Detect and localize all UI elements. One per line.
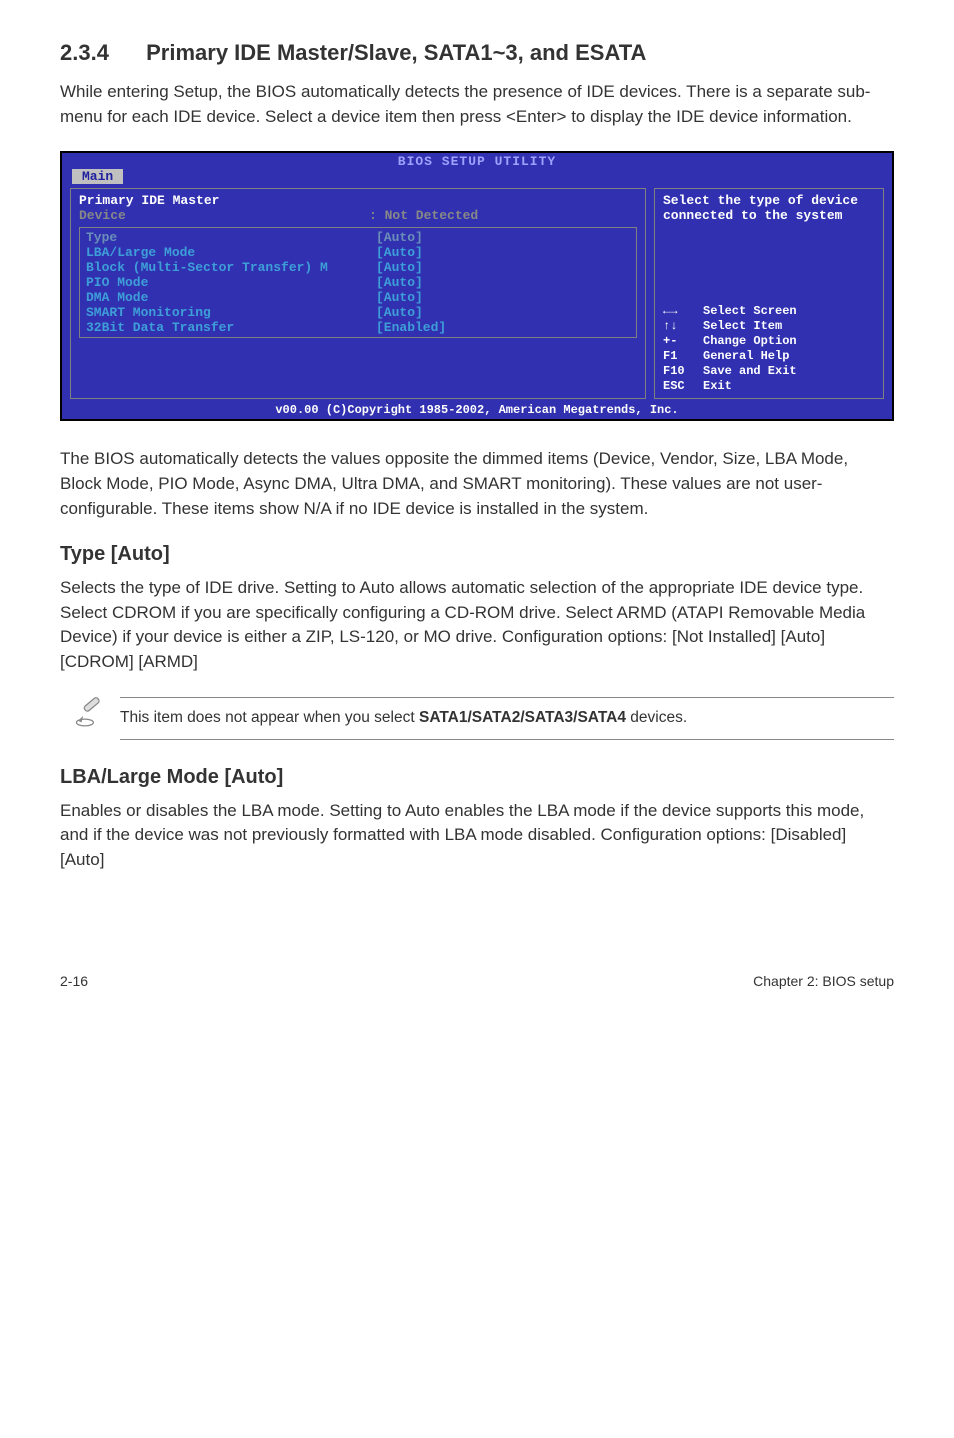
bios-row-value: [Auto] [376, 245, 423, 260]
bios-key: F10 [663, 364, 703, 379]
bios-left-panel: Primary IDE Master Device : Not Detected… [70, 188, 646, 399]
bios-row-32bit: 32Bit Data Transfer [Enabled] [86, 320, 630, 335]
bios-device-value: : Not Detected [369, 208, 478, 223]
bios-row-label: SMART Monitoring [86, 305, 376, 320]
section-title-text: Primary IDE Master/Slave, SATA1~3, and E… [146, 40, 646, 65]
bios-row-label: PIO Mode [86, 275, 376, 290]
bios-screenshot: BIOS SETUP UTILITY Main Primary IDE Mast… [60, 151, 894, 421]
bios-row-label: DMA Mode [86, 290, 376, 305]
note-row: This item does not appear when you selec… [60, 697, 894, 740]
type-auto-title: Type [Auto] [60, 543, 894, 566]
bios-key: F1 [663, 349, 703, 364]
bios-key-desc: Select Item [703, 319, 782, 334]
bios-row-dma: DMA Mode [Auto] [86, 290, 630, 305]
bios-device-row: Device : Not Detected [79, 208, 637, 223]
bios-row-label: Block (Multi-Sector Transfer) M [86, 260, 376, 275]
bios-row-label: LBA/Large Mode [86, 245, 376, 260]
section-heading: 2.3.4 Primary IDE Master/Slave, SATA1~3,… [60, 40, 894, 66]
bios-row-block: Block (Multi-Sector Transfer) M [Auto] [86, 260, 630, 275]
bios-key-desc: Exit [703, 379, 732, 394]
type-auto-body: Selects the type of IDE drive. Setting t… [60, 576, 894, 675]
lba-body: Enables or disables the LBA mode. Settin… [60, 799, 894, 873]
footer-page-number: 2-16 [60, 973, 88, 989]
bios-key-desc: Select Screen [703, 304, 797, 319]
bios-key: ←→ [663, 304, 703, 319]
bios-key-desc: Save and Exit [703, 364, 797, 379]
bios-main-tab: Main [72, 169, 123, 184]
bios-row-value: [Auto] [376, 230, 423, 245]
bios-device-label: Device [79, 208, 369, 223]
pencil-note-icon [60, 697, 120, 736]
note-suffix: devices. [626, 709, 687, 726]
bios-row-pio: PIO Mode [Auto] [86, 275, 630, 290]
section-number: 2.3.4 [60, 40, 140, 66]
lba-title: LBA/Large Mode [Auto] [60, 766, 894, 789]
bios-row-value: [Auto] [376, 305, 423, 320]
bios-key: ↑↓ [663, 319, 703, 334]
bios-right-panel: Select the type of device connected to t… [654, 188, 884, 399]
bios-row-lba: LBA/Large Mode [Auto] [86, 245, 630, 260]
bios-copyright: v00.00 (C)Copyright 1985-2002, American … [62, 403, 892, 419]
bios-left-header: Primary IDE Master [79, 193, 637, 208]
bios-key-desc: Change Option [703, 334, 797, 349]
bios-row-value: [Auto] [376, 275, 423, 290]
note-bold: SATA1/SATA2/SATA3/SATA4 [419, 709, 626, 726]
note-text: This item does not appear when you selec… [120, 697, 894, 740]
bios-row-value: [Enabled] [376, 320, 446, 335]
bios-row-smart: SMART Monitoring [Auto] [86, 305, 630, 320]
bios-row-value: [Auto] [376, 290, 423, 305]
bios-key: +- [663, 334, 703, 349]
bios-key-desc: General Help [703, 349, 789, 364]
page-footer: 2-16 Chapter 2: BIOS setup [60, 973, 894, 989]
intro-paragraph: While entering Setup, the BIOS automatic… [60, 80, 894, 129]
bios-help-text: Select the type of device connected to t… [663, 193, 875, 223]
bios-row-label: Type [86, 230, 376, 245]
bios-row-label: 32Bit Data Transfer [86, 320, 376, 335]
footer-chapter: Chapter 2: BIOS setup [753, 973, 894, 989]
bios-key: ESC [663, 379, 703, 394]
bios-settings-box: Type [Auto] LBA/Large Mode [Auto] Block … [79, 227, 637, 338]
bios-utility-title: BIOS SETUP UTILITY [62, 153, 892, 169]
note-prefix: This item does not appear when you selec… [120, 709, 419, 726]
bios-key-legend: ←→Select Screen ↑↓Select Item +-Change O… [663, 304, 875, 394]
bios-row-value: [Auto] [376, 260, 423, 275]
bios-row-type: Type [Auto] [86, 230, 630, 245]
post-bios-paragraph: The BIOS automatically detects the value… [60, 447, 894, 521]
